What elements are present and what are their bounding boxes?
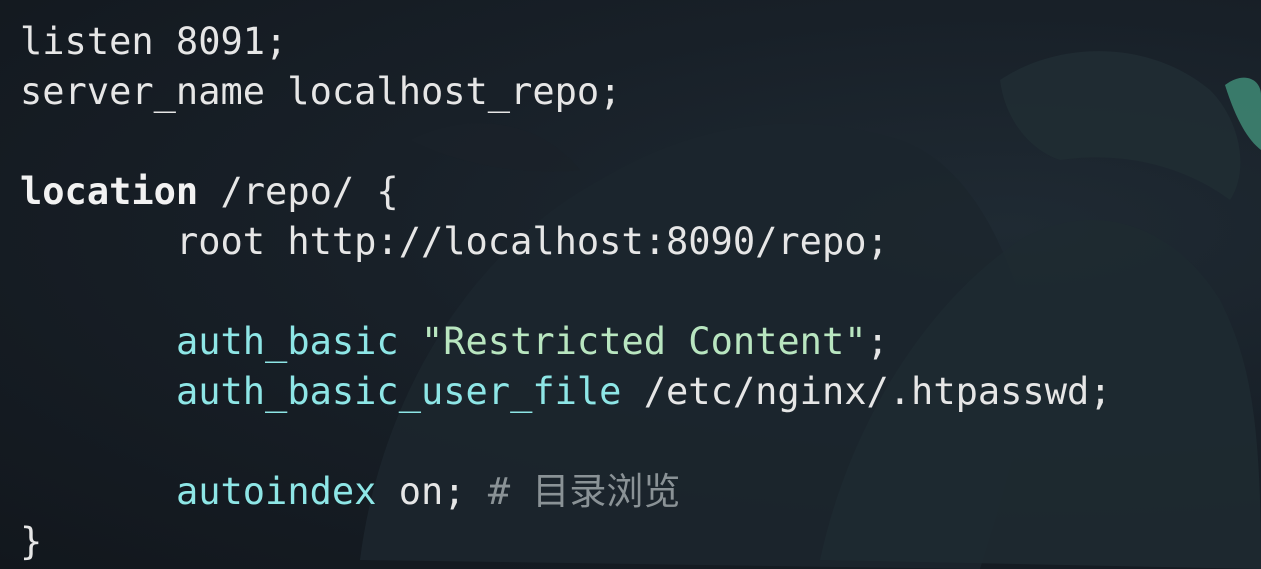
listen-directive: listen 8091;	[20, 20, 288, 63]
location-keyword: location	[20, 170, 199, 213]
code-line-7: auth_basic "Restricted Content";	[20, 317, 1112, 367]
code-line-8: auth_basic_user_file /etc/nginx/.htpassw…	[20, 367, 1112, 417]
code-line-5: root http://localhost:8090/repo;	[20, 217, 1112, 267]
auth-basic-directive: auth_basic	[175, 320, 399, 363]
auth-basic-user-file-directive: auth_basic_user_file	[175, 370, 622, 413]
code-line-10: autoindex on; # 目录浏览	[20, 467, 1112, 517]
directory-browsing-comment: # 目录浏览	[487, 470, 681, 513]
autoindex-value: on;	[376, 470, 488, 513]
closing-brace: }	[20, 520, 43, 563]
root-directive: root http://localhost:8090/repo;	[175, 220, 889, 263]
autoindex-directive: autoindex	[175, 470, 377, 513]
code-line-2: server_name localhost_repo;	[20, 67, 1112, 117]
code-line-3-blank	[20, 117, 1112, 167]
code-editor[interactable]: listen 8091; server_name localhost_repo;l…	[0, 0, 1261, 569]
code-line-1: listen 8091;	[20, 17, 1112, 67]
code-line-6-blank	[20, 267, 1112, 317]
code-line-11: }	[20, 517, 1112, 567]
location-path: /repo/ {	[198, 170, 399, 213]
htpasswd-path: /etc/nginx/.htpasswd;	[621, 370, 1112, 413]
code-line-9-blank	[20, 417, 1112, 467]
auth-basic-string: "Restricted Content"	[420, 320, 867, 363]
server-name-directive: server_name localhost_repo;	[20, 70, 622, 113]
code-line-4: location /repo/ {	[20, 167, 1112, 217]
semicolon: ;	[866, 320, 889, 363]
code-block[interactable]: listen 8091; server_name localhost_repo;l…	[20, 17, 1112, 567]
